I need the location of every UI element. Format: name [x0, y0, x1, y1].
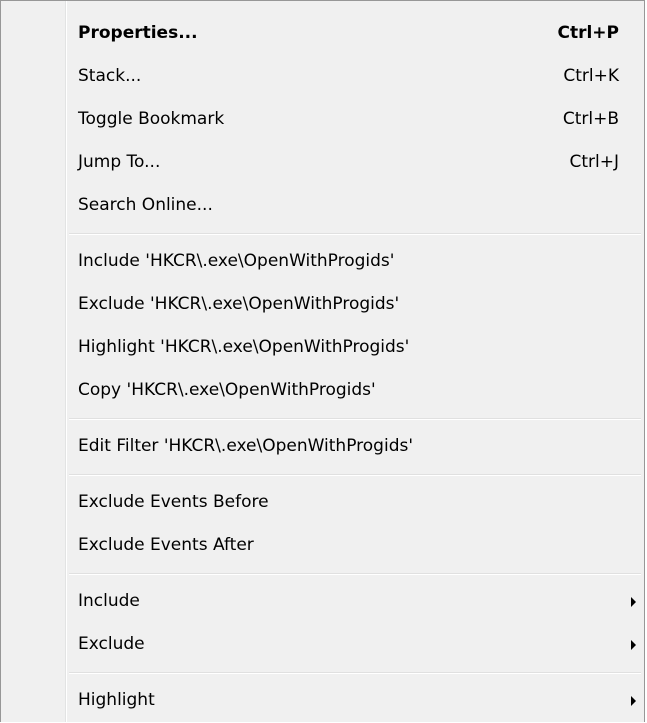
menu-separator — [1, 567, 644, 580]
separator-line — [69, 672, 641, 674]
menu-item-exclude-events-before[interactable]: Exclude Events Before — [1, 481, 644, 524]
menu-item-label: Include — [78, 591, 140, 611]
menu-item-label: Copy 'HKCR\.exe\OpenWithProgids' — [78, 380, 376, 400]
submenu-arrow-icon — [631, 597, 636, 607]
menu-item-edit-filter[interactable]: Edit Filter 'HKCR\.exe\OpenWithProgids' — [1, 425, 644, 468]
menu-item-search-online[interactable]: Search Online... — [1, 184, 644, 227]
menu-item-label: Exclude — [78, 634, 145, 654]
separator-line — [69, 418, 641, 420]
menu-item-label: Exclude 'HKCR\.exe\OpenWithProgids' — [78, 294, 400, 314]
menu-item-shortcut: Ctrl+P — [557, 23, 619, 43]
menu-separator — [1, 468, 644, 481]
menu-item-label: Search Online... — [78, 195, 213, 215]
menu-item-properties[interactable]: Properties... Ctrl+P — [1, 12, 644, 55]
submenu-arrow-icon — [631, 696, 636, 706]
menu-item-shortcut: Ctrl+B — [562, 109, 619, 129]
menu-item-exclude-events-after[interactable]: Exclude Events After — [1, 524, 644, 567]
menu-item-label: Properties... — [78, 23, 198, 43]
menu-item-label: Stack... — [78, 66, 142, 86]
menu-separator — [1, 666, 644, 679]
separator-line — [69, 573, 641, 575]
menu-item-exclude-submenu[interactable]: Exclude — [1, 623, 644, 666]
menu-item-label: Include 'HKCR\.exe\OpenWithProgids' — [78, 251, 395, 271]
menu-separator — [1, 227, 644, 240]
menu-items: Properties... Ctrl+P Stack... Ctrl+K Tog… — [1, 12, 644, 722]
menu-item-label: Highlight — [78, 690, 155, 710]
menu-item-label: Jump To... — [78, 152, 161, 172]
context-menu: Properties... Ctrl+P Stack... Ctrl+K Tog… — [0, 0, 645, 722]
menu-item-highlight-submenu[interactable]: Highlight — [1, 679, 644, 722]
menu-item-jump-to[interactable]: Jump To... Ctrl+J — [1, 141, 644, 184]
menu-item-exclude-path[interactable]: Exclude 'HKCR\.exe\OpenWithProgids' — [1, 283, 644, 326]
menu-item-include-path[interactable]: Include 'HKCR\.exe\OpenWithProgids' — [1, 240, 644, 283]
menu-separator — [1, 412, 644, 425]
menu-item-copy-path[interactable]: Copy 'HKCR\.exe\OpenWithProgids' — [1, 369, 644, 412]
submenu-arrow-icon — [631, 640, 636, 650]
menu-item-highlight-path[interactable]: Highlight 'HKCR\.exe\OpenWithProgids' — [1, 326, 644, 369]
menu-item-toggle-bookmark[interactable]: Toggle Bookmark Ctrl+B — [1, 98, 644, 141]
menu-item-include-submenu[interactable]: Include — [1, 580, 644, 623]
menu-item-shortcut: Ctrl+K — [563, 66, 619, 86]
menu-item-label: Highlight 'HKCR\.exe\OpenWithProgids' — [78, 337, 410, 357]
separator-line — [69, 233, 641, 235]
menu-item-label: Exclude Events After — [78, 535, 254, 555]
menu-item-label: Exclude Events Before — [78, 492, 269, 512]
menu-item-label: Toggle Bookmark — [78, 109, 225, 129]
menu-item-shortcut: Ctrl+J — [569, 152, 619, 172]
separator-line — [69, 474, 641, 476]
menu-item-stack[interactable]: Stack... Ctrl+K — [1, 55, 644, 98]
menu-item-label: Edit Filter 'HKCR\.exe\OpenWithProgids' — [78, 436, 414, 456]
